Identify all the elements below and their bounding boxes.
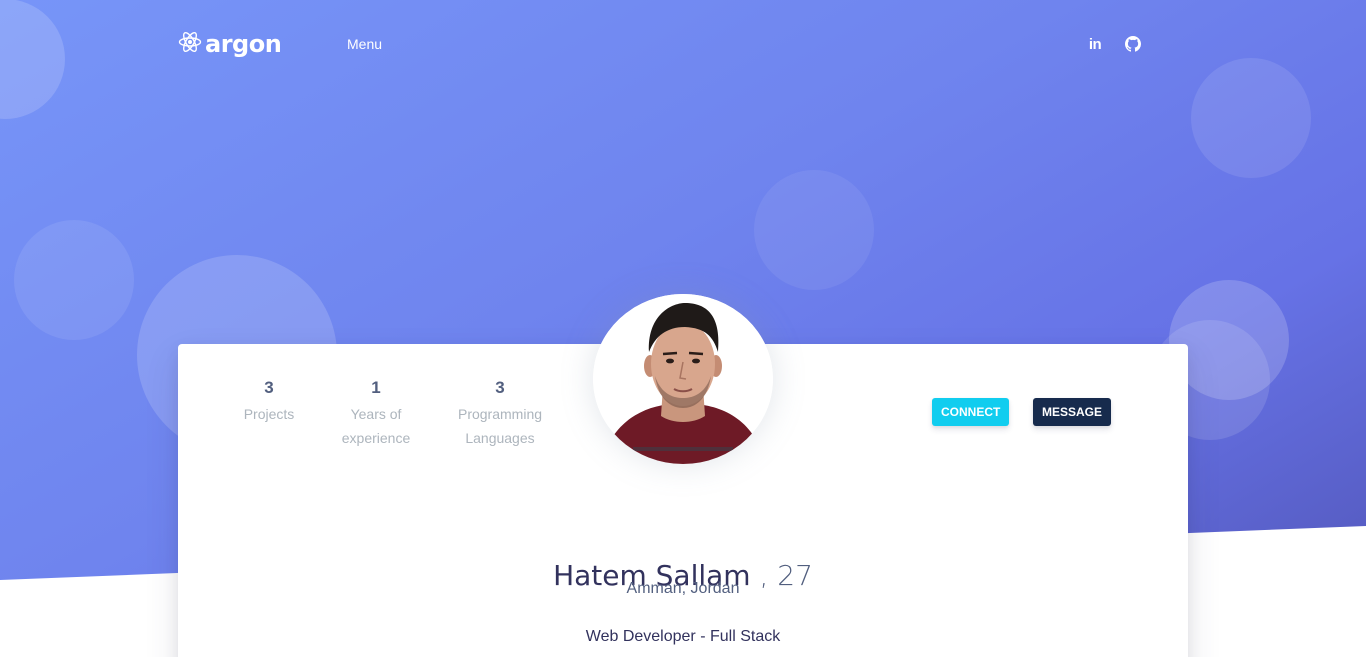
stat-years-experience: 1 Years of experience bbox=[328, 377, 424, 450]
stat-value: 3 bbox=[264, 378, 274, 397]
profile-page: argon Menu in 3 Projects 1 Years of expe… bbox=[0, 0, 1366, 657]
decor-circle bbox=[754, 170, 874, 290]
stat-label: Projects bbox=[243, 406, 295, 422]
github-icon[interactable] bbox=[1124, 35, 1142, 53]
connect-button[interactable]: Connect bbox=[932, 398, 1010, 426]
linkedin-icon[interactable]: in bbox=[1086, 35, 1104, 53]
top-navbar: argon Menu in bbox=[0, 0, 1366, 90]
stat-value: 1 bbox=[371, 378, 381, 397]
avatar bbox=[593, 294, 773, 464]
stat-label: Years of experience bbox=[341, 406, 411, 446]
brand-name: argon bbox=[205, 30, 282, 58]
stat-value: 3 bbox=[495, 378, 505, 397]
stat-label: Programming Languages bbox=[457, 406, 543, 446]
stat-programming-languages: 3 Programming Languages bbox=[440, 377, 560, 450]
profile-location: Amman, Jordan bbox=[626, 580, 740, 597]
profile-role: Web Developer - Full Stack bbox=[585, 628, 781, 645]
stat-projects: 3 Projects bbox=[228, 377, 310, 426]
brand-logo-link[interactable]: argon bbox=[178, 29, 282, 59]
decor-circle bbox=[14, 220, 134, 340]
react-atom-icon bbox=[178, 30, 202, 59]
menu-link[interactable]: Menu bbox=[347, 36, 382, 52]
message-button[interactable]: Message bbox=[1033, 398, 1112, 426]
